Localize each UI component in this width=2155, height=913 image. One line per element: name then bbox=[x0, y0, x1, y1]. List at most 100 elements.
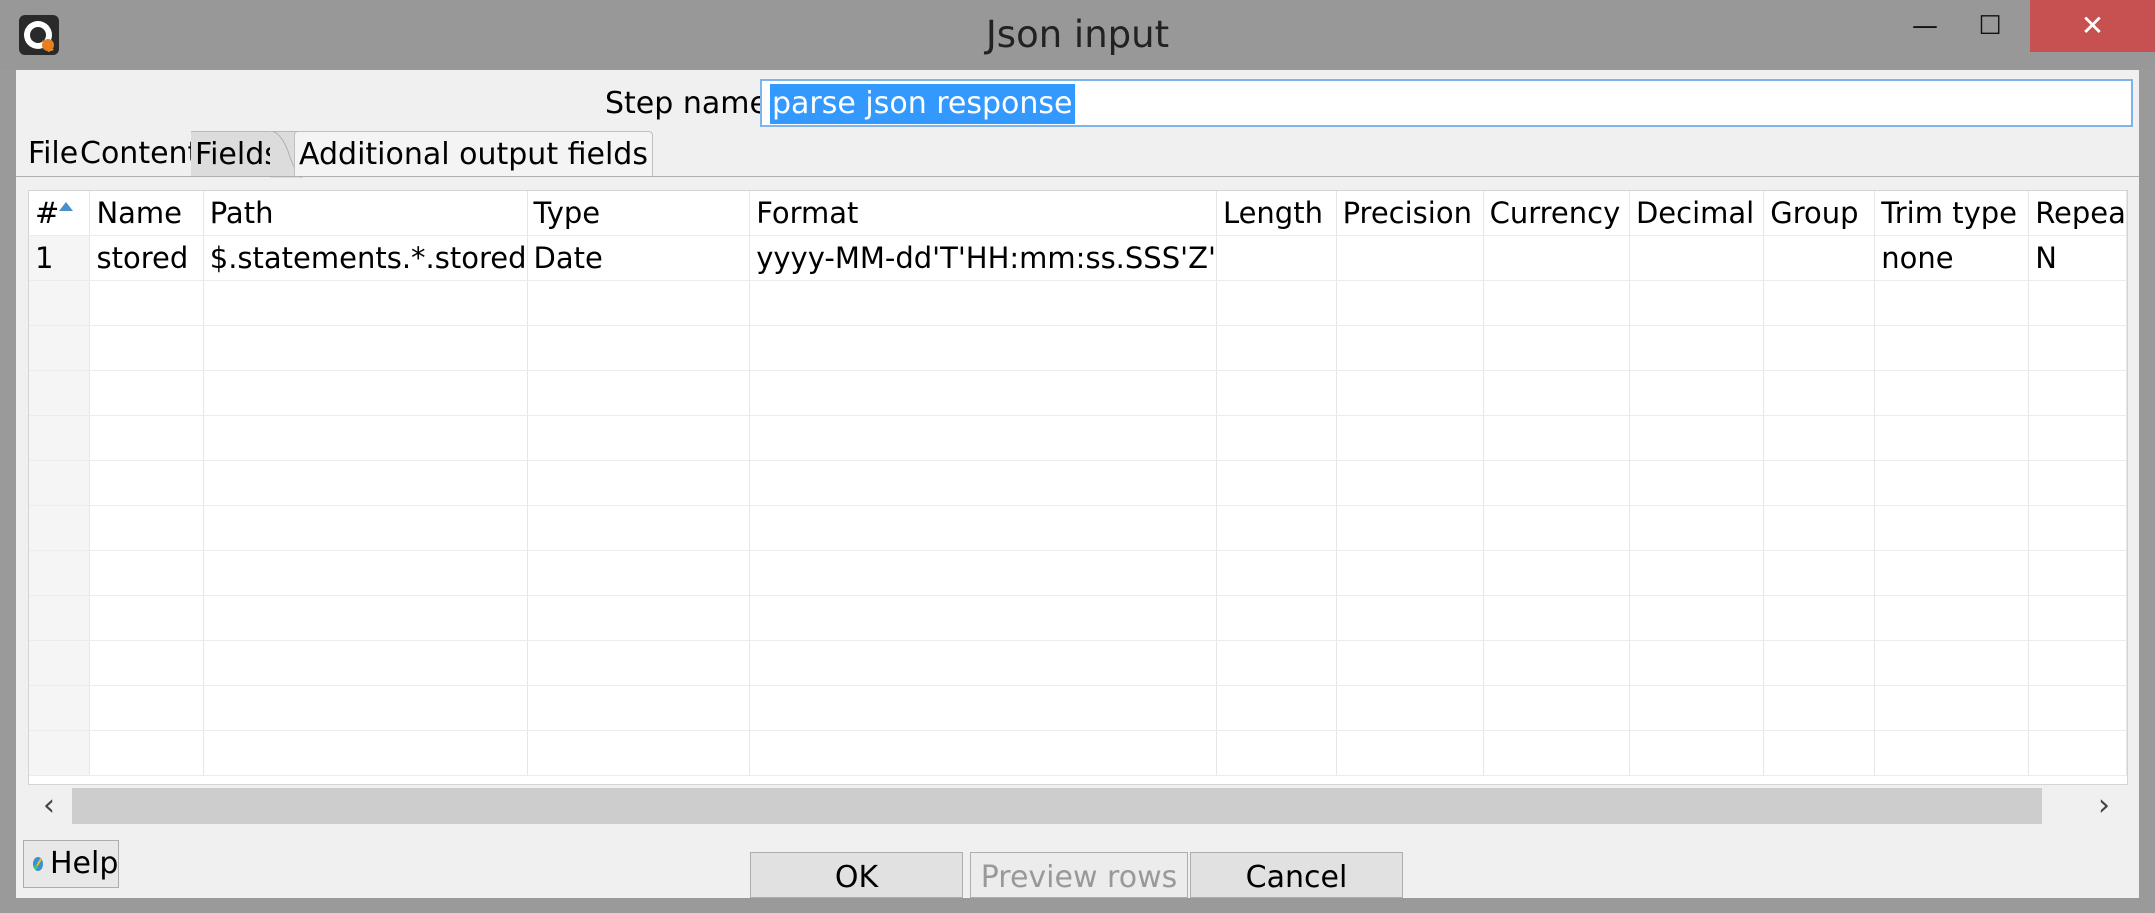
column-header-currency[interactable]: Currency bbox=[1483, 191, 1630, 236]
empty-cell[interactable] bbox=[89, 550, 204, 596]
scroll-left-icon[interactable]: ‹ bbox=[28, 785, 70, 827]
cell-currency[interactable] bbox=[1483, 235, 1630, 281]
column-header-type[interactable]: Type bbox=[527, 191, 751, 236]
empty-cell[interactable] bbox=[29, 685, 91, 731]
empty-cell[interactable] bbox=[1336, 730, 1484, 776]
table-row-empty[interactable] bbox=[29, 370, 2127, 416]
empty-cell[interactable] bbox=[1216, 415, 1337, 461]
empty-cell[interactable] bbox=[89, 325, 204, 371]
empty-cell[interactable] bbox=[1874, 325, 2030, 371]
empty-cell[interactable] bbox=[203, 325, 528, 371]
empty-cell[interactable] bbox=[1216, 280, 1337, 326]
empty-cell[interactable] bbox=[527, 370, 751, 416]
tab-file[interactable]: File bbox=[24, 131, 82, 177]
empty-cell[interactable] bbox=[1216, 370, 1337, 416]
empty-cell[interactable] bbox=[1216, 550, 1337, 596]
empty-cell[interactable] bbox=[2028, 550, 2127, 596]
empty-cell[interactable] bbox=[749, 280, 1217, 326]
table-row[interactable]: 1 stored $.statements.*.stored Date yyyy… bbox=[29, 235, 2127, 281]
empty-cell[interactable] bbox=[1874, 595, 2030, 641]
empty-cell[interactable] bbox=[749, 550, 1217, 596]
empty-cell[interactable] bbox=[29, 640, 91, 686]
table-row-empty[interactable] bbox=[29, 640, 2127, 686]
empty-cell[interactable] bbox=[1336, 595, 1484, 641]
column-header-trim-type[interactable]: Trim type bbox=[1874, 191, 2030, 236]
empty-cell[interactable] bbox=[527, 550, 751, 596]
step-name-value[interactable]: parse json response bbox=[770, 84, 1075, 124]
column-header-format[interactable]: Format bbox=[749, 191, 1217, 236]
empty-cell[interactable] bbox=[1216, 640, 1337, 686]
cell-trim-type[interactable]: none bbox=[1874, 235, 2030, 281]
empty-cell[interactable] bbox=[527, 595, 751, 641]
table-row-empty[interactable] bbox=[29, 685, 2127, 731]
empty-cell[interactable] bbox=[203, 685, 528, 731]
empty-cell[interactable] bbox=[1336, 370, 1484, 416]
empty-cell[interactable] bbox=[89, 280, 204, 326]
empty-cell[interactable] bbox=[1483, 550, 1630, 596]
empty-cell[interactable] bbox=[89, 730, 204, 776]
empty-cell[interactable] bbox=[749, 325, 1217, 371]
empty-cell[interactable] bbox=[527, 730, 751, 776]
empty-cell[interactable] bbox=[89, 415, 204, 461]
empty-cell[interactable] bbox=[527, 280, 751, 326]
empty-cell[interactable] bbox=[1629, 595, 1765, 641]
empty-cell[interactable] bbox=[2028, 505, 2127, 551]
column-header-group[interactable]: Group bbox=[1763, 191, 1876, 236]
empty-cell[interactable] bbox=[2028, 685, 2127, 731]
column-header-decimal[interactable]: Decimal bbox=[1629, 191, 1765, 236]
empty-cell[interactable] bbox=[203, 370, 528, 416]
cell-type[interactable]: Date bbox=[527, 235, 751, 281]
empty-cell[interactable] bbox=[1629, 460, 1765, 506]
empty-cell[interactable] bbox=[29, 730, 91, 776]
empty-cell[interactable] bbox=[1629, 325, 1765, 371]
empty-cell[interactable] bbox=[1216, 505, 1337, 551]
empty-cell[interactable] bbox=[29, 550, 91, 596]
empty-cell[interactable] bbox=[1336, 550, 1484, 596]
empty-cell[interactable] bbox=[1483, 640, 1630, 686]
empty-cell[interactable] bbox=[749, 640, 1217, 686]
empty-cell[interactable] bbox=[1763, 550, 1876, 596]
preview-rows-button[interactable]: Preview rows bbox=[970, 852, 1188, 898]
empty-cell[interactable] bbox=[2028, 370, 2127, 416]
empty-cell[interactable] bbox=[2028, 415, 2127, 461]
empty-cell[interactable] bbox=[29, 415, 91, 461]
empty-cell[interactable] bbox=[89, 370, 204, 416]
empty-cell[interactable] bbox=[1216, 325, 1337, 371]
empty-cell[interactable] bbox=[2028, 595, 2127, 641]
empty-cell[interactable] bbox=[1483, 595, 1630, 641]
empty-cell[interactable] bbox=[749, 370, 1217, 416]
cell-precision[interactable] bbox=[1336, 235, 1484, 281]
column-header-length[interactable]: Length bbox=[1216, 191, 1337, 236]
cell-repeat[interactable]: N bbox=[2028, 235, 2127, 281]
empty-cell[interactable] bbox=[2028, 280, 2127, 326]
empty-cell[interactable] bbox=[527, 640, 751, 686]
empty-cell[interactable] bbox=[203, 595, 528, 641]
empty-cell[interactable] bbox=[1216, 595, 1337, 641]
empty-cell[interactable] bbox=[89, 640, 204, 686]
empty-cell[interactable] bbox=[1763, 460, 1876, 506]
empty-cell[interactable] bbox=[1629, 415, 1765, 461]
empty-cell[interactable] bbox=[749, 460, 1217, 506]
empty-cell[interactable] bbox=[1216, 730, 1337, 776]
table-row-empty[interactable] bbox=[29, 415, 2127, 461]
empty-cell[interactable] bbox=[203, 730, 528, 776]
empty-cell[interactable] bbox=[527, 415, 751, 461]
empty-cell[interactable] bbox=[203, 415, 528, 461]
maximize-button[interactable]: ☐ bbox=[1955, 0, 2025, 52]
empty-cell[interactable] bbox=[1483, 685, 1630, 731]
cell-decimal[interactable] bbox=[1629, 235, 1765, 281]
table-row-empty[interactable] bbox=[29, 595, 2127, 641]
empty-cell[interactable] bbox=[1483, 280, 1630, 326]
empty-cell[interactable] bbox=[1336, 325, 1484, 371]
empty-cell[interactable] bbox=[1629, 505, 1765, 551]
column-header-index[interactable]: # bbox=[29, 191, 91, 236]
cell-group[interactable] bbox=[1763, 235, 1876, 281]
empty-cell[interactable] bbox=[2028, 460, 2127, 506]
empty-cell[interactable] bbox=[1483, 730, 1630, 776]
empty-cell[interactable] bbox=[1629, 730, 1765, 776]
empty-cell[interactable] bbox=[1336, 640, 1484, 686]
table-row-empty[interactable] bbox=[29, 550, 2127, 596]
empty-cell[interactable] bbox=[1629, 280, 1765, 326]
empty-cell[interactable] bbox=[2028, 640, 2127, 686]
cell-path[interactable]: $.statements.*.stored bbox=[203, 235, 528, 281]
